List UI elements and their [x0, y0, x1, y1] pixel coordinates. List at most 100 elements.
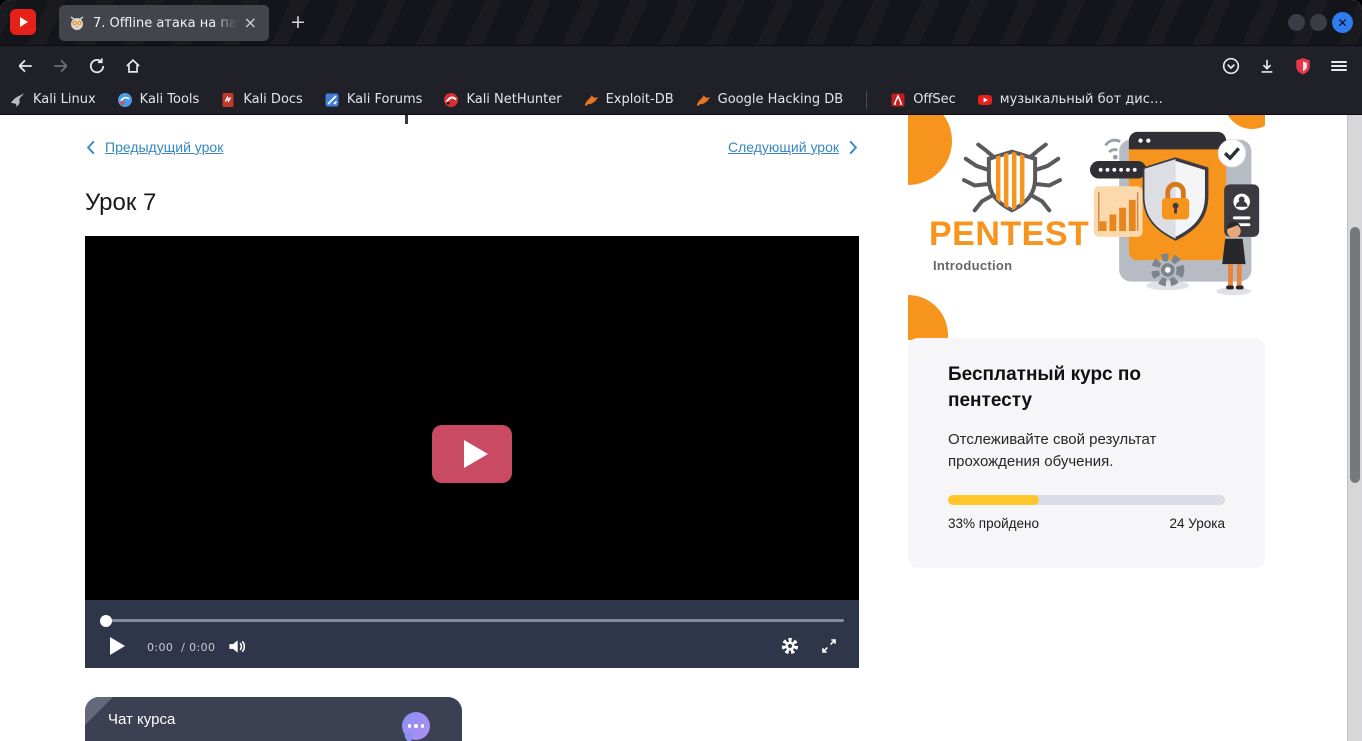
- duration: 0:00: [189, 641, 215, 654]
- youtube-play-icon: [20, 17, 28, 27]
- bookmark-label: Kali Docs: [243, 92, 303, 107]
- scrollbar-thumb[interactable]: [1350, 227, 1360, 483]
- hamburger-icon: [1331, 59, 1347, 73]
- adblock-shield-icon: [1294, 57, 1312, 75]
- course-card-title: Бесплатный курс по пентесту: [948, 362, 1198, 413]
- gear-icon: [781, 637, 799, 655]
- play-button[interactable]: [110, 637, 125, 655]
- pocket-button[interactable]: [1222, 57, 1240, 75]
- home-icon: [124, 57, 142, 75]
- window-maximize-button[interactable]: [1310, 14, 1327, 31]
- course-progress-card: Бесплатный курс по пентесту Отслеживайте…: [908, 338, 1265, 568]
- bookmark--[interactable]: музыкальный бот дис…: [977, 92, 1163, 108]
- course-card-description: Отслеживайте свой результат прохождения …: [948, 429, 1210, 473]
- navigation-toolbar: https://codeby.school/training/view/urok…: [0, 45, 1362, 85]
- lesson-title: Урок 7: [85, 189, 156, 217]
- chevron-left-icon: [85, 140, 96, 155]
- sidebar: PENTEST Introduction: [908, 115, 1265, 741]
- fullscreen-icon: [821, 638, 837, 654]
- volume-button[interactable]: [227, 637, 246, 656]
- exploit-db-bird-icon: [583, 92, 599, 108]
- video-seek-slider[interactable]: [100, 619, 844, 622]
- video-controls-bar: 0:00 / 0:00: [85, 600, 859, 668]
- video-screen[interactable]: [85, 236, 859, 600]
- current-time: 0:00: [147, 641, 173, 654]
- page-scrollbar[interactable]: [1347, 115, 1362, 741]
- bookmarks-separator: [866, 91, 867, 109]
- seek-handle[interactable]: [100, 615, 112, 627]
- bookmark-kali-tools[interactable]: Kali Tools: [117, 92, 200, 108]
- volume-icon: [227, 637, 246, 656]
- previous-lesson-label: Предыдущий урок: [105, 139, 223, 155]
- bookmark-label: Exploit-DB: [606, 92, 674, 107]
- bookmark-label: Kali Linux: [33, 92, 96, 107]
- bookmark-label: музыкальный бот дис…: [1000, 92, 1163, 107]
- bookmark-kali-linux[interactable]: Kali Linux: [10, 92, 96, 108]
- back-arrow-icon: [16, 57, 34, 75]
- chat-title: Чат курса: [108, 711, 175, 728]
- home-button[interactable]: [124, 57, 142, 75]
- tab-close-icon[interactable]: ×: [240, 13, 261, 33]
- forward-arrow-icon: [52, 57, 70, 75]
- menu-button[interactable]: [1330, 57, 1348, 75]
- fullscreen-button[interactable]: [821, 638, 837, 654]
- banner-subtitle: Introduction: [933, 258, 1012, 273]
- reload-icon: [88, 57, 106, 75]
- bookmark-label: Google Hacking DB: [718, 92, 844, 107]
- course-chat-widget[interactable]: Чат курса: [85, 697, 462, 741]
- bookmark-kali-docs[interactable]: Kali Docs: [220, 92, 303, 108]
- next-lesson-link[interactable]: Следующий урок: [728, 139, 859, 155]
- banner-brand-text: PENTEST: [929, 215, 1089, 254]
- pocket-icon: [1222, 57, 1240, 75]
- bookmark-label: Kali NetHunter: [466, 92, 561, 107]
- downloads-button[interactable]: [1258, 57, 1276, 75]
- course-banner: PENTEST Introduction: [908, 115, 1265, 340]
- kali-docs-icon: [220, 92, 236, 108]
- time-display: 0:00 / 0:00: [147, 641, 215, 654]
- bookmark-google-hacking-db[interactable]: Google Hacking DB: [695, 92, 844, 108]
- browser-window: 7. Offline атака на пароли × + ✕: [0, 0, 1362, 741]
- window-close-button[interactable]: ✕: [1332, 12, 1353, 33]
- youtube-icon: [977, 92, 993, 108]
- bookmark-label: Kali Forums: [347, 92, 423, 107]
- bookmark-label: Kali Tools: [140, 92, 200, 107]
- active-tab[interactable]: 7. Offline атака на пароли ×: [59, 5, 269, 41]
- forward-button[interactable]: [52, 57, 70, 75]
- time-separator: /: [181, 641, 185, 654]
- big-play-button[interactable]: [432, 425, 512, 483]
- bookmark-offsec[interactable]: OffSec: [890, 92, 956, 108]
- back-button[interactable]: [16, 57, 34, 75]
- pinned-tab-youtube[interactable]: [10, 9, 36, 35]
- play-icon: [464, 440, 488, 468]
- window-minimize-button[interactable]: [1288, 14, 1305, 31]
- offsec-icon: [890, 92, 906, 108]
- bookmark-kali-nethunter[interactable]: Kali NetHunter: [443, 92, 561, 108]
- previous-lesson-link[interactable]: Предыдущий урок: [85, 139, 223, 155]
- course-banner-illustration: [1090, 123, 1265, 305]
- new-tab-button[interactable]: +: [286, 10, 310, 34]
- pentest-spider-shield-logo-icon: [956, 141, 1068, 221]
- kali-linux-icon: [10, 92, 26, 108]
- progress-percent-label: 33% пройдено: [948, 516, 1039, 531]
- course-progress-fill: [948, 495, 1039, 505]
- banner-circle-decoration: [908, 295, 948, 340]
- bookmark-kali-forums[interactable]: Kali Forums: [324, 92, 423, 108]
- google-hacking-db-bird-icon: [695, 92, 711, 108]
- lessons-count-label: 24 Урока: [1170, 516, 1225, 531]
- clipped-heading-stem: [405, 115, 408, 124]
- reload-button[interactable]: [88, 57, 106, 75]
- next-lesson-label: Следующий урок: [728, 139, 839, 155]
- chat-bubble-icon[interactable]: [402, 712, 430, 740]
- settings-button[interactable]: [781, 637, 799, 655]
- course-progress-bar: [948, 495, 1225, 505]
- bookmarks-bar: Kali Linux Kali Tools Kali Docs Kali Forums…: [0, 85, 1362, 115]
- download-icon: [1258, 57, 1276, 75]
- bookmark-exploit-db[interactable]: Exploit-DB: [583, 92, 674, 108]
- video-player: 0:00 / 0:00: [85, 236, 859, 668]
- titlebar: 7. Offline атака на пароли × + ✕: [0, 0, 1362, 45]
- tab-title: 7. Offline атака на пароли: [93, 16, 240, 31]
- kali-forums-icon: [324, 92, 340, 108]
- codeby-owl-favicon-icon: [69, 15, 85, 31]
- kali-tools-icon: [117, 92, 133, 108]
- adblock-extension-button[interactable]: [1294, 57, 1312, 75]
